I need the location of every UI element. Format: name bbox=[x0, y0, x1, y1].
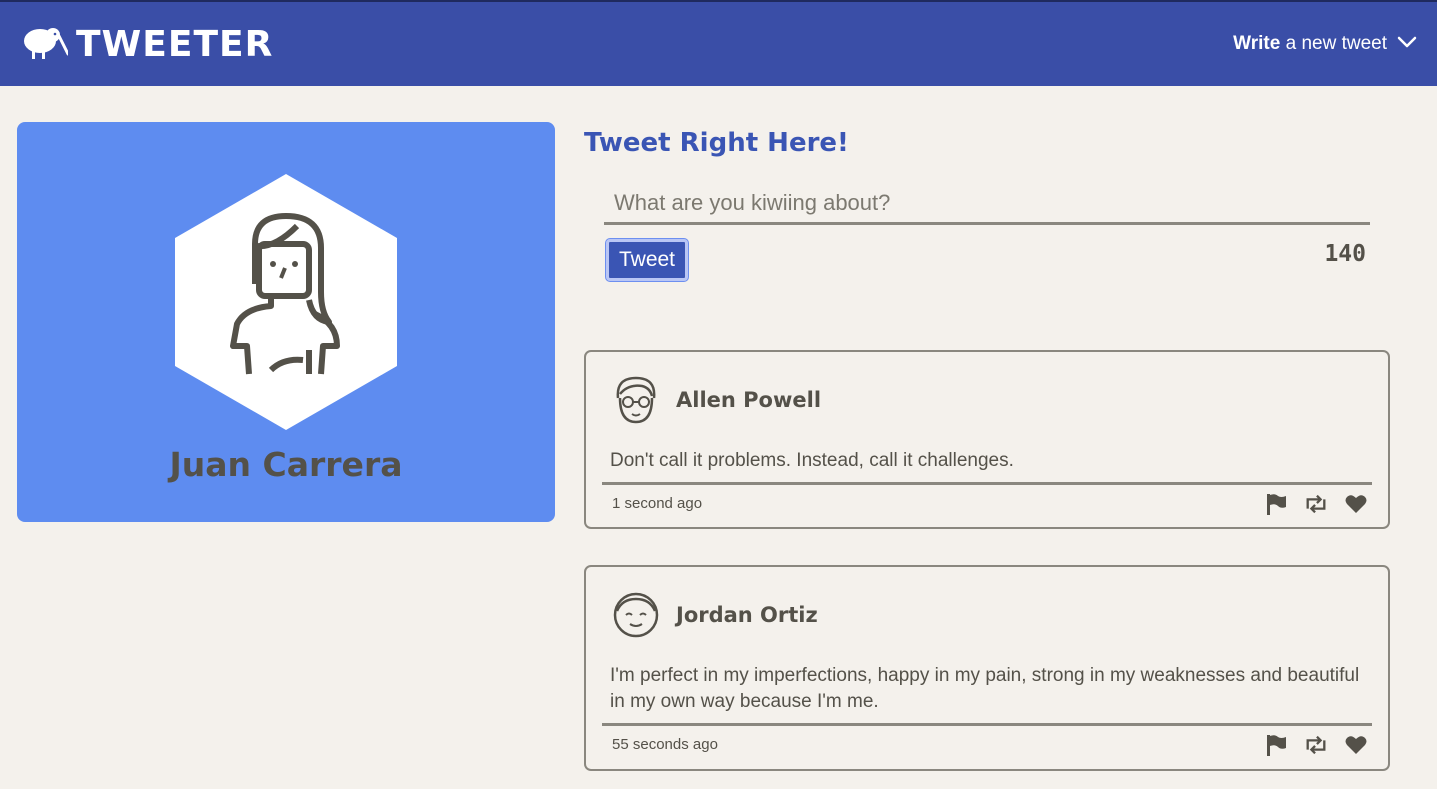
compose-toggle-label: Write a new tweet bbox=[1233, 33, 1387, 55]
profile-card: Juan Carrera bbox=[17, 122, 555, 522]
compose-title: Tweet Right Here! bbox=[584, 128, 849, 158]
tweet-card: Allen Powell Don't call it problems. Ins… bbox=[584, 350, 1390, 529]
flag-icon[interactable] bbox=[1264, 734, 1288, 756]
heart-icon[interactable] bbox=[1344, 493, 1368, 515]
write-new-tweet-toggle[interactable]: Write a new tweet bbox=[1233, 33, 1417, 55]
tweet-author[interactable]: Allen Powell bbox=[676, 388, 821, 412]
tweet-text: Don't call it problems. Instead, call it… bbox=[610, 450, 1014, 471]
tweet-actions bbox=[1264, 734, 1368, 756]
tweet-text: I'm perfect in my imperfections, happy i… bbox=[610, 665, 1360, 712]
woman-avatar-icon bbox=[175, 174, 397, 435]
top-nav: TWEETER Write a new tweet bbox=[0, 0, 1437, 86]
compose-toggle-rest: a new tweet bbox=[1285, 33, 1387, 54]
compose-toggle-bold: Write bbox=[1233, 33, 1281, 54]
retweet-icon[interactable] bbox=[1304, 493, 1328, 515]
retweet-icon[interactable] bbox=[1304, 734, 1328, 756]
tweet-timestamp: 1 second ago bbox=[612, 495, 703, 512]
smiling-face-icon bbox=[612, 589, 660, 641]
tweet-input[interactable] bbox=[604, 183, 1370, 225]
brand-title: TWEETER bbox=[76, 23, 274, 65]
flag-icon[interactable] bbox=[1264, 493, 1288, 515]
tweet-footer: 55 seconds ago bbox=[602, 723, 1372, 763]
glasses-face-icon bbox=[612, 374, 660, 426]
heart-icon[interactable] bbox=[1344, 734, 1368, 756]
chevron-down-icon bbox=[1397, 33, 1417, 55]
character-counter: 140 bbox=[1324, 241, 1366, 267]
tweet-author[interactable]: Jordan Ortiz bbox=[676, 603, 818, 627]
tweet-button[interactable]: Tweet bbox=[606, 239, 688, 281]
tweet-actions bbox=[1264, 493, 1368, 515]
tweet-header: Jordan Ortiz bbox=[586, 567, 1388, 663]
tweet-timestamp: 55 seconds ago bbox=[612, 736, 718, 753]
tweet-footer: 1 second ago bbox=[602, 482, 1372, 522]
brand[interactable]: TWEETER bbox=[22, 24, 273, 65]
profile-name: Juan Carrera bbox=[169, 445, 403, 484]
tweet-card: Jordan Ortiz I'm perfect in my imperfect… bbox=[584, 565, 1390, 771]
kiwi-bird-icon bbox=[22, 24, 70, 65]
tweet-header: Allen Powell bbox=[586, 352, 1388, 448]
